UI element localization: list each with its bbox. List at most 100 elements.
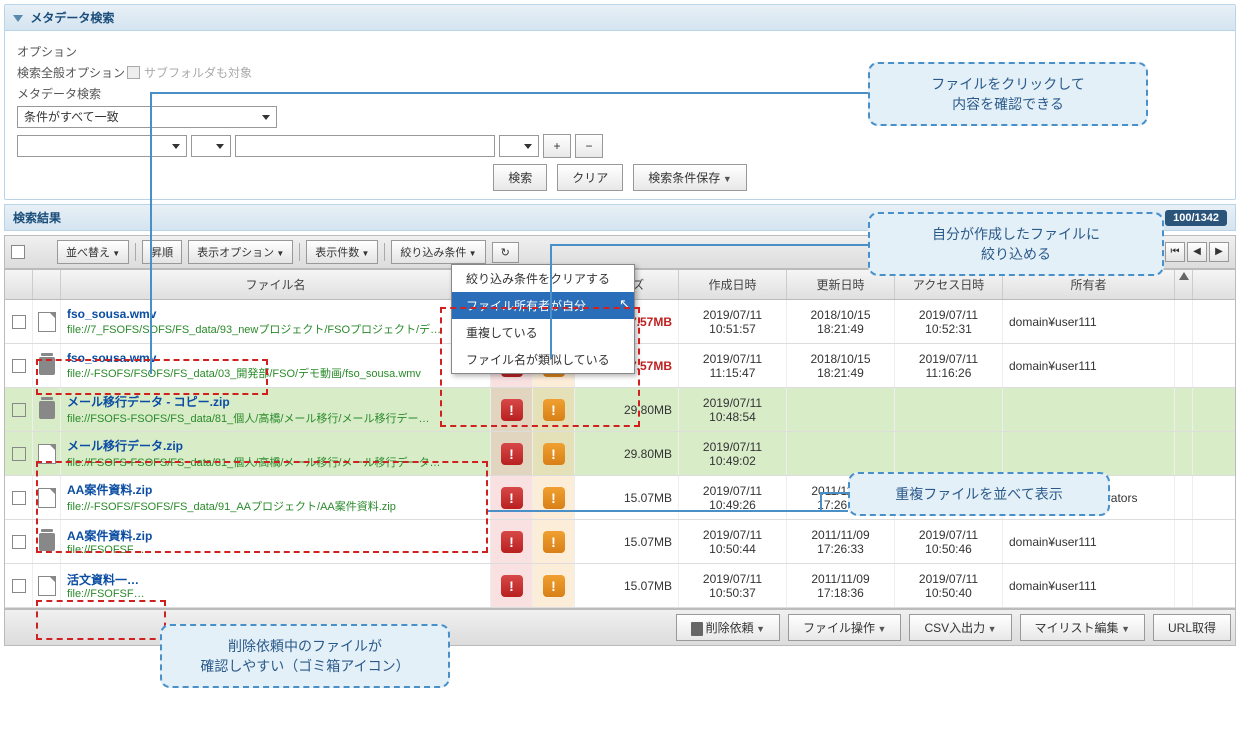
file-path: file://FSOFS-FSOFS/FS_data/81_個人/高橋/メール移… — [67, 410, 484, 426]
file-size: 29.80MB — [624, 403, 672, 417]
criteria-op-select[interactable] — [191, 135, 231, 157]
filter-clear-item[interactable]: 絞り込み条件をクリアする — [452, 265, 634, 292]
prev-page-button[interactable]: ◀ — [1187, 242, 1207, 262]
callout-trash-icon: 削除依頼中のファイルが確認しやすい（ゴミ箱アイコン） — [160, 624, 450, 688]
display-options-button[interactable]: 表示オプション — [188, 240, 293, 264]
criteria-field-select[interactable] — [17, 135, 187, 157]
filter-similar-name-item[interactable]: ファイル名が類似している — [452, 346, 634, 373]
file-name[interactable]: メール移行データ - コピー.zip — [67, 393, 484, 410]
file-icon — [38, 488, 56, 508]
modified-date — [787, 432, 895, 475]
asc-button[interactable]: 昇順 — [142, 240, 182, 264]
refresh-button[interactable]: ↻ — [492, 242, 519, 263]
col-created[interactable]: 作成日時 — [679, 270, 787, 299]
subfolder-checkbox — [127, 66, 140, 79]
trash-icon — [39, 401, 55, 419]
criteria-unit-select[interactable] — [499, 135, 539, 157]
filter-duplicate-item[interactable]: 重複している — [452, 319, 634, 346]
alert-badge-orange: ! — [543, 443, 565, 465]
file-icon — [38, 576, 56, 596]
callout-owner-filter: 自分が作成したファイルに絞り込める — [868, 212, 1164, 276]
col-filename[interactable]: ファイル名 — [61, 270, 491, 299]
select-all-checkbox[interactable] — [11, 245, 25, 259]
criteria-value-input[interactable] — [235, 135, 495, 157]
file-operation-button[interactable]: ファイル操作 — [788, 614, 901, 641]
search-panel-title: メタデータ検索 — [30, 11, 114, 25]
table-row[interactable]: 活文資料一…file://FSOFSF…!! 15.07MB 2019/07/111… — [5, 564, 1235, 608]
url-button[interactable]: URL取得 — [1153, 614, 1231, 641]
file-name[interactable]: AA案件資料.zip — [67, 527, 484, 544]
option-label: オプション — [17, 43, 127, 60]
file-path: file://7_FSOFS/SOFS/FS_data/93_newプロジェクト… — [67, 321, 484, 337]
search-panel-header[interactable]: メタデータ検索 — [5, 5, 1235, 31]
add-criteria-button[interactable]: + — [543, 134, 571, 158]
clear-button[interactable]: クリア — [557, 164, 623, 191]
filter-owner-self-item[interactable]: ファイル所有者が自分 ↖ — [452, 292, 634, 319]
filter-button[interactable]: 絞り込み条件 — [391, 240, 485, 264]
file-path: file://FSOFSF… — [67, 588, 484, 600]
file-path: file://FSOFSF… — [67, 544, 484, 556]
owner: domain¥user111 — [1003, 344, 1175, 387]
search-button[interactable]: 検索 — [493, 164, 547, 191]
accessed-date: 2019/07/1111:16:26 — [895, 344, 1003, 387]
file-size: 15.07MB — [624, 579, 672, 593]
table-row[interactable]: メール移行データ.zipfile://FSOFS-FSOFS/FS_data/8… — [5, 432, 1235, 476]
results-title: 検索結果 — [13, 209, 61, 226]
first-page-button[interactable]: ⏮ — [1165, 242, 1185, 262]
sort-button[interactable]: 並べ替え — [57, 240, 129, 264]
file-name[interactable]: 活文資料一… — [67, 571, 484, 588]
remove-criteria-button[interactable]: − — [575, 134, 603, 158]
save-conditions-button[interactable]: 検索条件保存 — [633, 164, 746, 191]
file-path: file://-FSOFS/FSOFS/FS_data/03_開発部/FSO/デ… — [67, 365, 484, 381]
condition-select[interactable]: 条件がすべて一致 — [17, 106, 277, 128]
meta-search-label: メタデータ検索 — [17, 85, 127, 102]
general-option-label: 検索全般オプション — [17, 64, 127, 81]
row-checkbox[interactable] — [12, 359, 26, 373]
modified-date: 2018/10/1518:21:49 — [787, 300, 895, 343]
file-path: file://-FSOFS/FSOFS/FS_data/91_AAプロジェクト/… — [67, 498, 484, 514]
file-name[interactable]: AA案件資料.zip — [67, 481, 484, 498]
collapse-icon — [13, 15, 23, 22]
modified-date — [787, 388, 895, 431]
callout-duplicate: 重複ファイルを並べて表示 — [848, 472, 1110, 516]
row-checkbox[interactable] — [12, 491, 26, 505]
row-checkbox[interactable] — [12, 315, 26, 329]
display-count-button[interactable]: 表示件数 — [306, 240, 378, 264]
alert-badge-red: ! — [501, 399, 523, 421]
row-checkbox[interactable] — [12, 403, 26, 417]
table-row[interactable]: AA案件資料.zipfile://FSOFSF…!!15.07MB2019/07… — [5, 520, 1235, 564]
next-page-button[interactable]: ▶ — [1209, 242, 1229, 262]
created-date: 2019/07/1110:50:44 — [679, 520, 787, 563]
filter-dropdown: 絞り込み条件をクリアする ファイル所有者が自分 ↖ 重複している ファイル名が類… — [451, 264, 635, 374]
modified-date: 2011/11/0917:18:36 — [787, 564, 895, 607]
scroll-up-icon[interactable] — [1179, 272, 1189, 280]
owner: domain¥user111 — [1003, 520, 1175, 563]
trash-icon — [691, 622, 703, 636]
row-checkbox[interactable] — [12, 447, 26, 461]
cursor-icon: ↖ — [619, 296, 630, 312]
owner: domain¥user111 — [1003, 564, 1175, 607]
file-name[interactable]: fso_sousa.wmv — [67, 307, 484, 321]
table-row[interactable]: メール移行データ - コピー.zipfile://FSOFS-FSOFS/FS_… — [5, 388, 1235, 432]
trash-icon — [39, 533, 55, 551]
created-date: 2019/07/1110:49:02 — [679, 432, 787, 475]
file-name[interactable]: メール移行データ.zip — [67, 437, 484, 454]
modified-date: 2011/11/0917:26:33 — [787, 520, 895, 563]
accessed-date: 2019/07/1110:50:40 — [895, 564, 1003, 607]
alert-badge-orange: ! — [543, 575, 565, 597]
file-name[interactable]: fso_sousa.wmv — [67, 351, 484, 365]
accessed-date — [895, 432, 1003, 475]
file-icon — [38, 312, 56, 332]
trash-icon — [39, 357, 55, 375]
row-checkbox[interactable] — [12, 579, 26, 593]
accessed-date: 2019/07/1110:52:31 — [895, 300, 1003, 343]
delete-request-button[interactable]: 削除依頼 — [676, 614, 780, 641]
alert-badge-orange: ! — [543, 487, 565, 509]
alert-badge-orange: ! — [543, 399, 565, 421]
mylist-button[interactable]: マイリスト編集 — [1020, 614, 1145, 641]
row-checkbox[interactable] — [12, 535, 26, 549]
callout-file-click: ファイルをクリックして内容を確認できる — [868, 62, 1148, 126]
csv-button[interactable]: CSV入出力 — [909, 614, 1011, 641]
alert-badge-red: ! — [501, 575, 523, 597]
accessed-date — [895, 388, 1003, 431]
